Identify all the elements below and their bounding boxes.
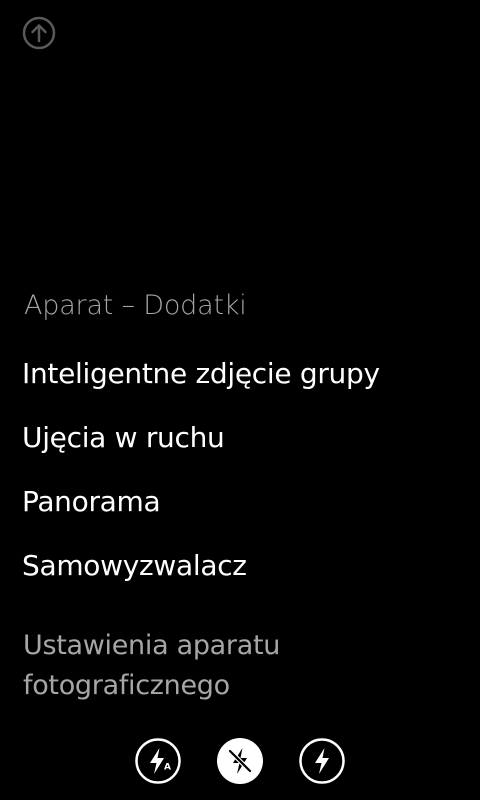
flash-auto-badge: A [164, 763, 171, 773]
menu-item-smart-group-shot[interactable]: Inteligentne zdjęcie grupy [22, 354, 380, 418]
flash-off-icon [217, 738, 263, 784]
lens-menu-list: Inteligentne zdjęcie grupy Ujęcia w ruch… [22, 354, 380, 610]
flash-mode-bar: A [0, 737, 480, 785]
flash-on-icon [299, 738, 345, 784]
menu-item-panorama[interactable]: Panorama [22, 482, 380, 546]
menu-item-action-shot[interactable]: Ujęcia w ruchu [22, 418, 380, 482]
camera-settings-link[interactable]: Ustawienia aparatu fotograficznego [23, 626, 343, 706]
scroll-up-button[interactable] [21, 15, 57, 51]
menu-title: Aparat – Dodatki [24, 290, 247, 321]
flash-auto-icon: A [135, 738, 181, 784]
flash-on-button[interactable] [298, 737, 346, 785]
flash-auto-button[interactable]: A [134, 737, 182, 785]
flash-off-button[interactable] [216, 737, 264, 785]
menu-item-self-timer[interactable]: Samowyzwalacz [22, 546, 380, 610]
arrow-up-circle-icon [22, 16, 56, 50]
